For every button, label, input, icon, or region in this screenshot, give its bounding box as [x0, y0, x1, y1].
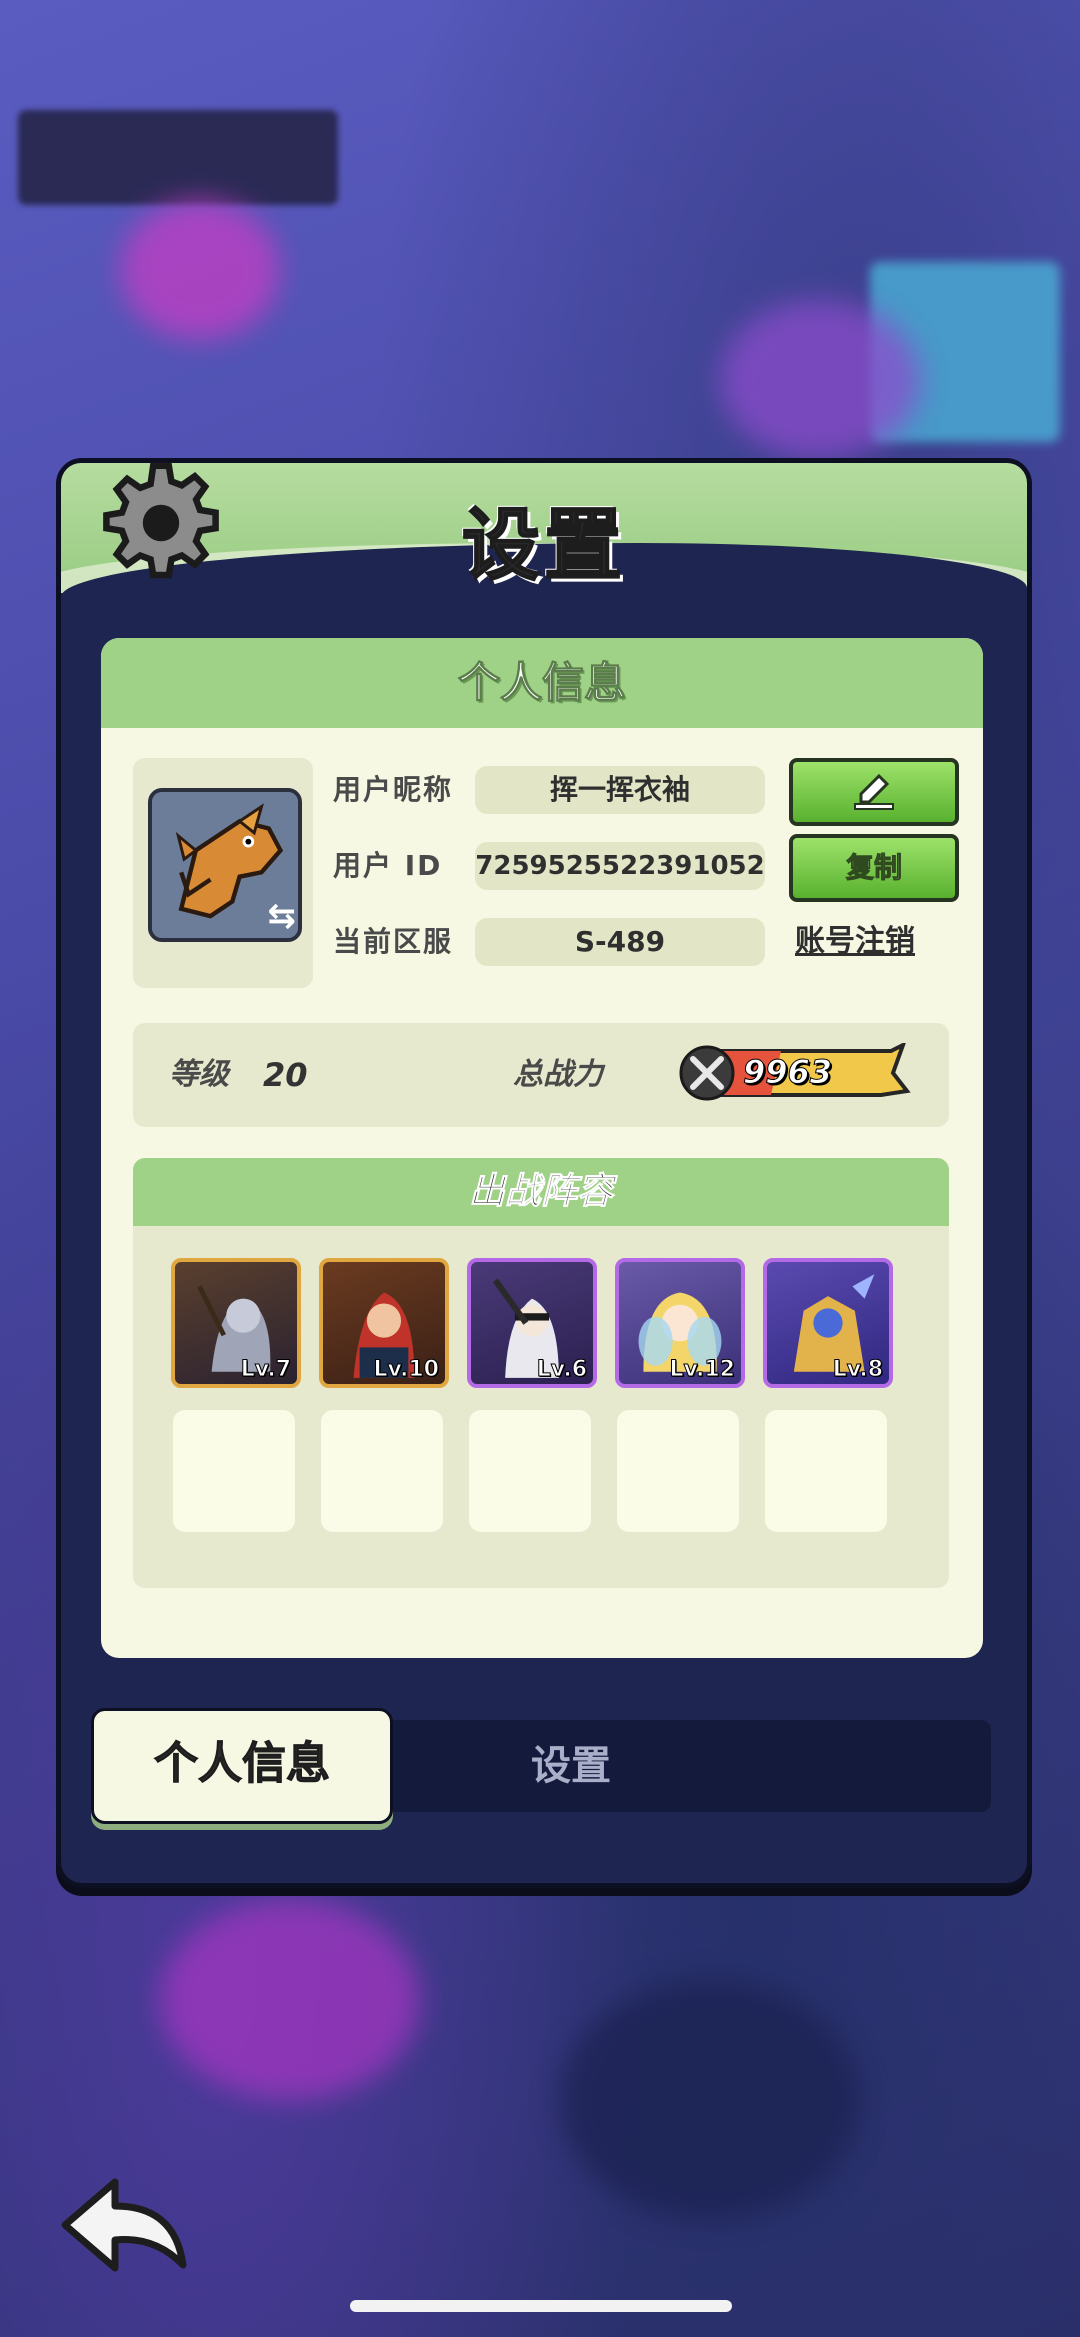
settings-panel: 设置 个人信息 ⇆ 用户昵称 挥一挥衣袖 用户 ID 7259525522391…	[56, 458, 1032, 1888]
background-blob	[160, 1900, 420, 2100]
empty-hero-slot[interactable]	[321, 1410, 443, 1532]
background-blob	[120, 200, 280, 340]
personal-info-section: 个人信息 ⇆ 用户昵称 挥一挥衣袖 用户 ID 7259525522391052…	[101, 638, 983, 1658]
tab-personal-info[interactable]: 个人信息	[91, 1708, 393, 1824]
hero-level: Lv.12	[669, 1357, 736, 1383]
hero-level: Lv.7	[240, 1357, 291, 1383]
power-value: 9963	[742, 1053, 833, 1092]
hero-card[interactable]: Lv.8	[763, 1258, 893, 1388]
empty-hero-slot[interactable]	[765, 1410, 887, 1532]
server-label: 当前区服	[333, 925, 454, 958]
tab-bar: 个人信息 设置	[91, 1708, 991, 1824]
panel-title: 设置	[461, 500, 626, 592]
background-blob	[720, 300, 920, 460]
avatar[interactable]: ⇆	[148, 788, 302, 942]
hero-card[interactable]: Lv.12	[615, 1258, 745, 1388]
stats-card: 等级 20 总战力 9963	[133, 1023, 949, 1127]
hero-level: Lv.10	[373, 1357, 440, 1383]
power-badge: 9963	[679, 1040, 911, 1103]
swap-icon[interactable]: ⇆	[268, 896, 297, 936]
cancel-account-link[interactable]: 账号注销	[795, 918, 915, 966]
hero-level: Lv.6	[536, 1357, 587, 1383]
hero-card[interactable]: Lv.7	[171, 1258, 301, 1388]
id-row: 用户 ID 7259525522391052 复制	[333, 834, 963, 902]
id-label: 用户 ID	[333, 849, 443, 882]
team-header: 出战阵容	[133, 1158, 949, 1226]
nickname-row: 用户昵称 挥一挥衣袖	[333, 758, 963, 826]
edit-nickname-button[interactable]	[789, 758, 959, 826]
avatar-card[interactable]: ⇆	[133, 758, 313, 988]
power-label: 总战力	[513, 1057, 603, 1092]
hero-card[interactable]: Lv.6	[467, 1258, 597, 1388]
pencil-icon	[854, 773, 894, 810]
back-arrow-icon[interactable]	[55, 2170, 195, 2280]
tab-settings[interactable]: 设置	[421, 1720, 721, 1812]
nickname-value: 挥一挥衣袖	[475, 766, 765, 814]
background-player-bar	[18, 110, 338, 205]
hero-level: Lv.8	[832, 1357, 883, 1383]
section-header: 个人信息	[101, 638, 983, 728]
nickname-label: 用户昵称	[333, 773, 454, 806]
empty-hero-slot[interactable]	[617, 1410, 739, 1532]
background-blob	[560, 1980, 860, 2220]
server-value: S-489	[475, 918, 765, 966]
home-indicator[interactable]	[350, 2300, 732, 2312]
team-lineup-card: 出战阵容 Lv.7 Lv.10 Lv.6 Lv.12 Lv.8	[133, 1158, 949, 1588]
crossed-swords-icon	[679, 1045, 735, 1101]
empty-hero-slot[interactable]	[173, 1410, 295, 1532]
server-row: 当前区服 S-489 账号注销	[333, 918, 963, 966]
id-value: 7259525522391052	[475, 842, 765, 890]
level-value: 20	[263, 1056, 308, 1094]
hero-card[interactable]: Lv.10	[319, 1258, 449, 1388]
copy-id-button[interactable]: 复制	[789, 834, 959, 902]
level-label: 等级	[169, 1057, 229, 1092]
empty-hero-slot[interactable]	[469, 1410, 591, 1532]
